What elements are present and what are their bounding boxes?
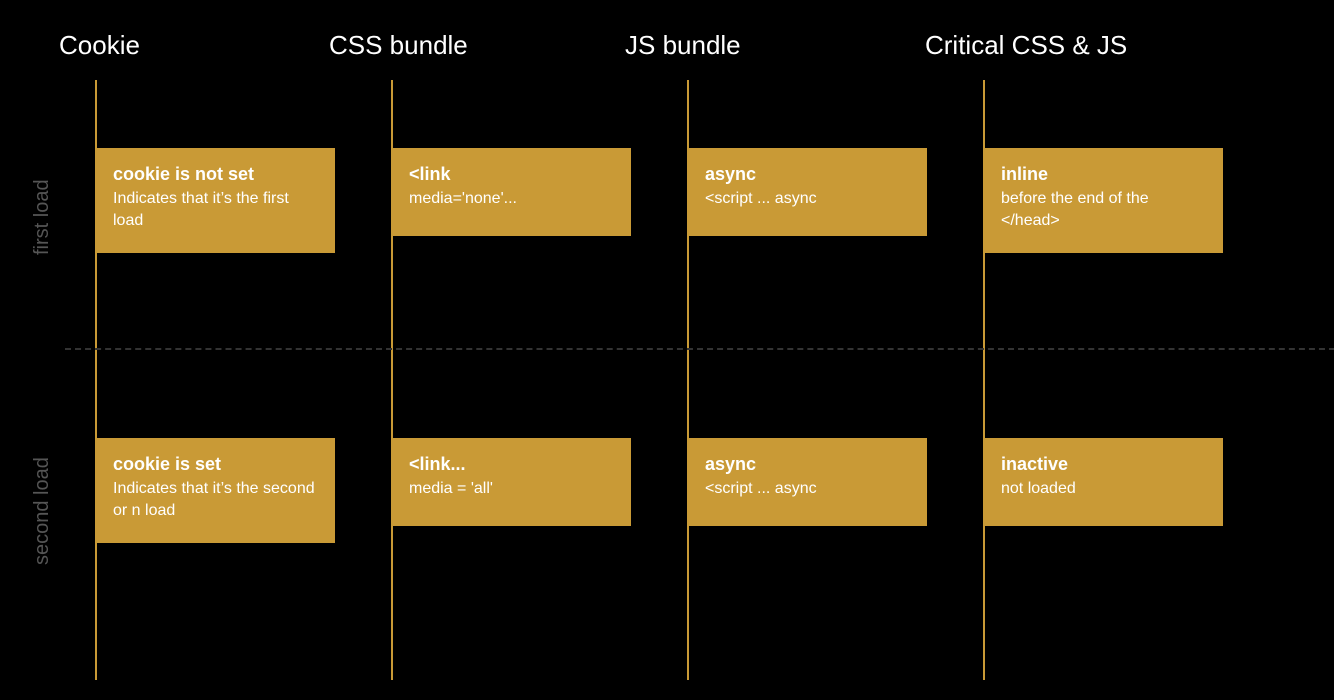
card-second-cookie: cookie is set Indicates that it’s the se…: [97, 438, 335, 543]
card-title: <link...: [409, 452, 615, 476]
card-title: cookie is not set: [113, 162, 319, 186]
card-first-css: <link media='none'...: [393, 148, 631, 236]
card-title: async: [705, 162, 911, 186]
card-desc: Indicates that it’s the second or n load: [113, 478, 319, 521]
col-header-css-bundle: CSS bundle: [329, 30, 468, 61]
card-first-critical: inline before the end of the </head>: [985, 148, 1223, 253]
diagram-root: Cookie CSS bundle JS bundle Critical CSS…: [55, 20, 1315, 680]
card-title: <link: [409, 162, 615, 186]
card-desc: media='none'...: [409, 188, 615, 210]
card-second-critical: inactive not loaded: [985, 438, 1223, 526]
card-title: inline: [1001, 162, 1207, 186]
card-title: async: [705, 452, 911, 476]
card-second-js: async <script ... async: [689, 438, 927, 526]
card-title: inactive: [1001, 452, 1207, 476]
card-first-cookie: cookie is not set Indicates that it’s th…: [97, 148, 335, 253]
card-desc: Indicates that it’s the first load: [113, 188, 319, 231]
card-title: cookie is set: [113, 452, 319, 476]
card-desc: <script ... async: [705, 188, 911, 210]
card-second-css: <link... media = 'all': [393, 438, 631, 526]
card-desc: not loaded: [1001, 478, 1207, 500]
row-label-first-load: first load: [31, 179, 54, 255]
card-desc: media = 'all': [409, 478, 615, 500]
card-desc: <script ... async: [705, 478, 911, 500]
card-first-js: async <script ... async: [689, 148, 927, 236]
col-header-cookie: Cookie: [59, 30, 140, 61]
card-desc: before the end of the </head>: [1001, 188, 1207, 231]
col-header-critical: Critical CSS & JS: [925, 30, 1127, 61]
row-label-second-load: second load: [31, 457, 54, 565]
row-divider: [65, 348, 1334, 350]
col-header-js-bundle: JS bundle: [625, 30, 741, 61]
